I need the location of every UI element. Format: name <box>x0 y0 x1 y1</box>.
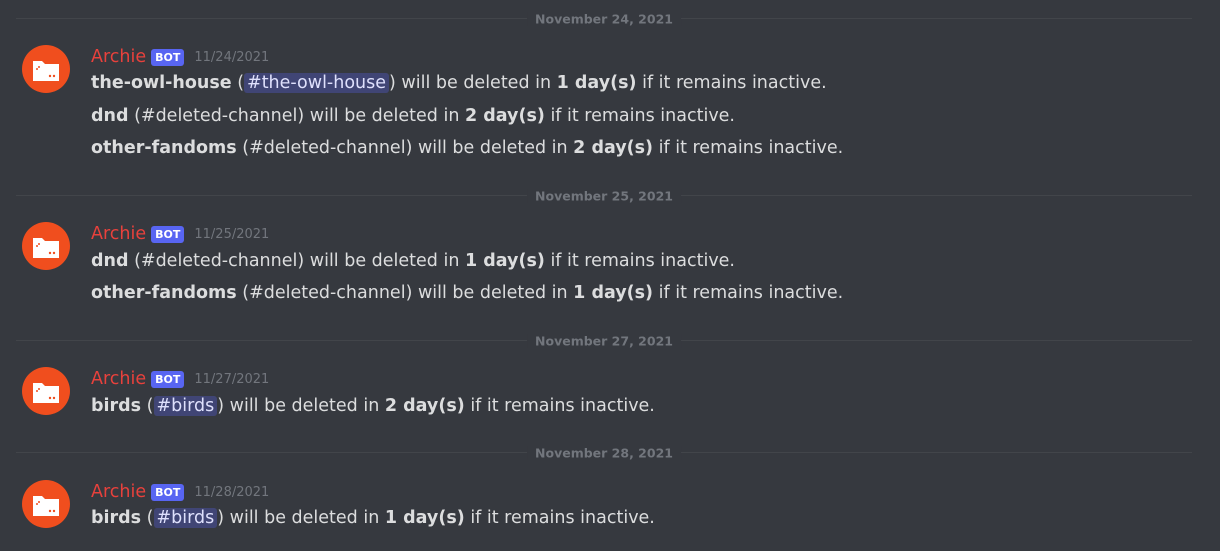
channel-name: dnd <box>91 106 129 126</box>
text: will be deleted in <box>304 106 465 126</box>
timestamp[interactable]: 11/28/2021 <box>194 485 269 500</box>
text: will be deleted in <box>224 508 385 528</box>
text: if it remains inactive. <box>544 251 735 271</box>
days-count: 1 day(s) <box>384 508 465 528</box>
message-line: birds (#birds) will be deleted in 1 day(… <box>91 507 655 529</box>
author-name[interactable]: Archie <box>91 224 146 244</box>
text: will be deleted in <box>304 251 465 271</box>
channel-name: birds <box>91 508 142 528</box>
date-divider: November 28, 2021 <box>16 445 1192 461</box>
deleted-channel-mention: #deleted-channel <box>249 283 406 303</box>
folder-icon <box>33 496 59 516</box>
channel-mention[interactable]: #birds <box>153 396 218 416</box>
text: if it remains inactive. <box>544 106 735 126</box>
folder-icon <box>33 61 59 81</box>
message-header: Archie BOT 11/28/2021 <box>91 480 269 504</box>
message-header: Archie BOT 11/25/2021 <box>91 222 269 246</box>
text: will be deleted in <box>412 283 574 303</box>
message-line: dnd (#deleted-channel) will be deleted i… <box>91 105 735 127</box>
text: ( <box>141 508 154 528</box>
message-line: other-fandoms (#deleted-channel) will be… <box>91 137 843 159</box>
message-header: Archie BOT 11/24/2021 <box>91 45 269 69</box>
date-divider: November 24, 2021 <box>16 11 1192 27</box>
days-count: 1 day(s) <box>573 283 654 303</box>
folder-icon <box>33 383 59 403</box>
channel-mention[interactable]: #the-owl-house <box>244 73 390 93</box>
text: if it remains inactive. <box>653 283 844 303</box>
folder-icon <box>33 238 59 258</box>
message-line: dnd (#deleted-channel) will be deleted i… <box>91 250 735 272</box>
date-divider: November 27, 2021 <box>16 333 1192 349</box>
author-name[interactable]: Archie <box>91 369 146 389</box>
message-header: Archie BOT 11/27/2021 <box>91 367 269 391</box>
text: if it remains inactive. <box>636 73 827 93</box>
channel-mention[interactable]: #birds <box>153 508 218 528</box>
text: will be deleted in <box>395 73 557 93</box>
channel-name: dnd <box>91 251 129 271</box>
message-line: other-fandoms (#deleted-channel) will be… <box>91 282 843 304</box>
message-line: the-owl-house (#the-owl-house) will be d… <box>91 72 827 94</box>
bot-badge: BOT <box>151 48 185 66</box>
text: ( <box>236 138 250 158</box>
channel-name: other-fandoms <box>91 138 237 158</box>
text: ( <box>231 73 245 93</box>
timestamp[interactable]: 11/24/2021 <box>194 50 269 65</box>
channel-name: birds <box>91 396 142 416</box>
text: ( <box>141 396 154 416</box>
avatar[interactable] <box>22 222 70 270</box>
timestamp[interactable]: 11/27/2021 <box>194 372 269 387</box>
date-divider-label: November 24, 2021 <box>527 11 681 27</box>
text: will be deleted in <box>224 396 385 416</box>
avatar[interactable] <box>22 45 70 93</box>
channel-name: other-fandoms <box>91 283 237 303</box>
deleted-channel-mention: #deleted-channel <box>140 106 298 126</box>
days-count: 2 day(s) <box>384 396 465 416</box>
bot-badge: BOT <box>151 225 185 243</box>
text: if it remains inactive. <box>464 508 655 528</box>
text: ( <box>236 283 250 303</box>
date-divider: November 25, 2021 <box>16 188 1192 204</box>
text: ( <box>128 106 141 126</box>
avatar[interactable] <box>22 367 70 415</box>
text: ) <box>389 73 396 93</box>
days-count: 1 day(s) <box>464 251 545 271</box>
days-count: 2 day(s) <box>464 106 545 126</box>
text: if it remains inactive. <box>653 138 844 158</box>
author-name[interactable]: Archie <box>91 47 146 67</box>
text: ( <box>128 251 141 271</box>
date-divider-label: November 28, 2021 <box>527 445 681 461</box>
timestamp[interactable]: 11/25/2021 <box>194 227 269 242</box>
date-divider-label: November 27, 2021 <box>527 333 681 349</box>
avatar[interactable] <box>22 480 70 528</box>
text: if it remains inactive. <box>464 396 655 416</box>
deleted-channel-mention: #deleted-channel <box>249 138 406 158</box>
days-count: 1 day(s) <box>556 73 637 93</box>
bot-badge: BOT <box>151 483 185 501</box>
channel-name: the-owl-house <box>91 73 232 93</box>
bot-badge: BOT <box>151 370 185 388</box>
message-line: birds (#birds) will be deleted in 2 day(… <box>91 395 655 417</box>
date-divider-label: November 25, 2021 <box>527 188 681 204</box>
deleted-channel-mention: #deleted-channel <box>140 251 298 271</box>
author-name[interactable]: Archie <box>91 482 146 502</box>
days-count: 2 day(s) <box>573 138 654 158</box>
text: will be deleted in <box>412 138 574 158</box>
